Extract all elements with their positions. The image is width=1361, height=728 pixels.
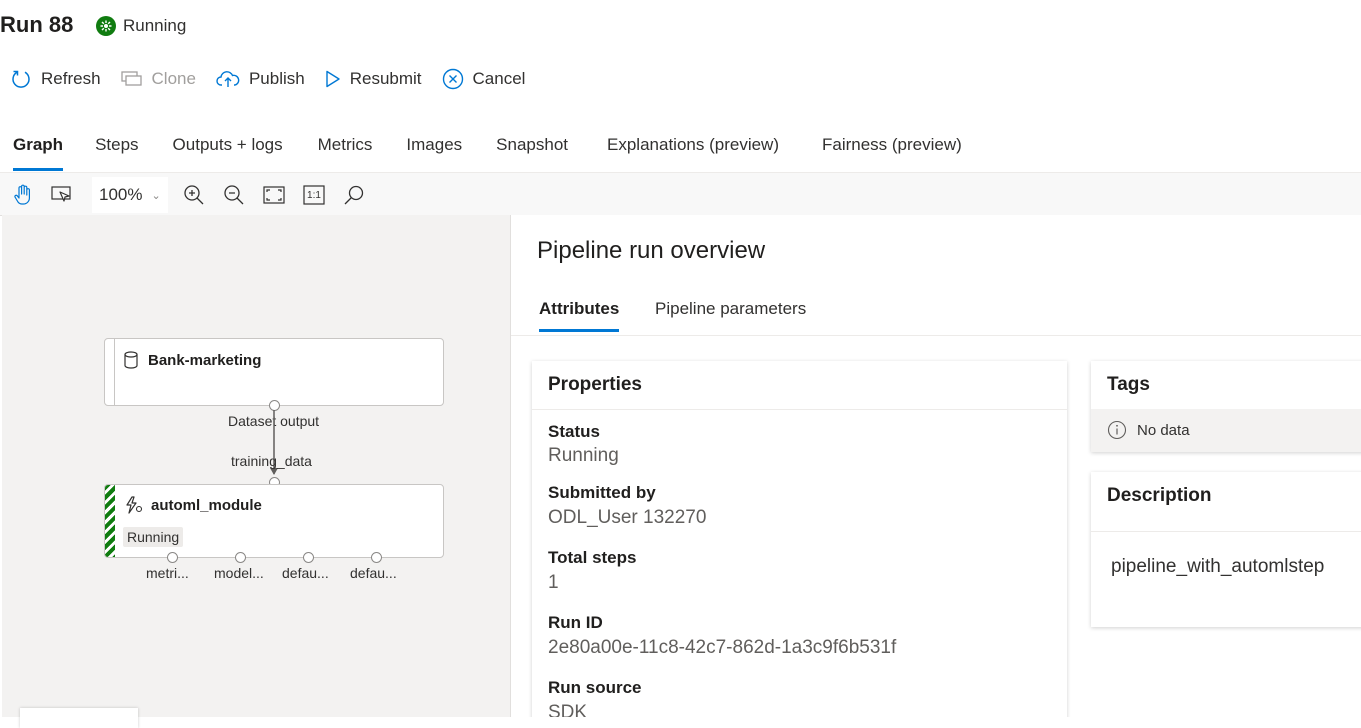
tab-graph[interactable]: Graph <box>13 130 64 171</box>
zoom-out-icon[interactable] <box>222 183 246 207</box>
actual-size-label: 1:1 <box>307 189 321 201</box>
output-port-label: defau... <box>282 565 329 581</box>
cancel-button[interactable]: Cancel <box>442 68 526 90</box>
chevron-down-icon: ⌄ <box>151 189 161 202</box>
graph-toolbar: 100% ⌄ 1:1 <box>0 173 1361 216</box>
module-status-badge: Running <box>123 527 184 547</box>
tags-empty-row: No data <box>1091 409 1361 452</box>
automl-module-node[interactable]: automl_module Running <box>104 484 444 558</box>
status-label: Status <box>548 422 600 441</box>
publish-label: Publish <box>248 69 305 88</box>
run-id-label: Run ID <box>548 613 603 632</box>
dataset-node-title: Bank-marketing <box>148 352 262 369</box>
refresh-icon <box>10 68 32 90</box>
card-divider <box>1091 531 1361 532</box>
zoom-level-select[interactable]: 100% ⌄ <box>92 177 168 213</box>
page-title: Run 88 <box>0 12 74 37</box>
properties-title: Properties <box>548 374 642 395</box>
submitted-by-value: ODL_User 132270 <box>548 507 707 528</box>
tab-explanations[interactable]: Explanations (preview) <box>607 130 779 160</box>
run-source-value: SDK <box>548 702 588 717</box>
info-icon <box>1107 420 1127 445</box>
run-status-label: Running <box>123 16 187 35</box>
clone-icon <box>120 71 143 87</box>
minimap-panel[interactable] <box>20 708 138 728</box>
graph-edge <box>270 410 278 475</box>
run-status: Running <box>96 15 186 37</box>
cloud-upload-icon <box>216 70 240 88</box>
run-source-label: Run source <box>548 678 642 697</box>
run-tabs: Graph Steps Outputs + logs Metrics Image… <box>0 130 1361 174</box>
refresh-button[interactable]: Refresh <box>10 68 101 90</box>
pipeline-run-overview-panel: Pipeline run overview Attributes Pipelin… <box>510 215 1361 717</box>
actual-size-icon[interactable]: 1:1 <box>302 183 326 207</box>
output-port-label: model... <box>214 565 264 581</box>
edge-label: training_data <box>231 453 312 469</box>
tab-fairness[interactable]: Fairness (preview) <box>822 130 962 160</box>
pipeline-graph-canvas[interactable]: Bank-marketing Dataset output training_d… <box>2 215 510 717</box>
card-divider <box>532 409 1067 410</box>
tab-snapshot[interactable]: Snapshot <box>496 130 568 160</box>
tab-metrics[interactable]: Metrics <box>318 130 373 160</box>
refresh-label: Refresh <box>41 69 101 88</box>
output-port[interactable] <box>371 552 382 563</box>
output-port[interactable] <box>303 552 314 563</box>
status-value: Running <box>548 445 619 466</box>
description-card: Description pipeline_with_automlstep <box>1091 472 1361 627</box>
running-status-icon <box>96 16 116 36</box>
clone-label: Clone <box>151 69 196 88</box>
description-text: pipeline_with_automlstep <box>1111 556 1325 577</box>
tags-empty-text: No data <box>1137 422 1190 439</box>
total-steps-value: 1 <box>548 572 559 593</box>
command-bar: Refresh Clone Publish Resubmit Cancel <box>10 65 545 93</box>
clone-button[interactable]: Clone <box>120 69 196 89</box>
panel-tabs-divider <box>511 335 1361 336</box>
dataset-icon <box>123 351 139 374</box>
run-id-value: 2e80a00e-11c8-42c7-862d-1a3c9f6b531f <box>548 637 897 658</box>
cancel-label: Cancel <box>472 69 526 88</box>
submitted-by-label: Submitted by <box>548 483 656 502</box>
output-port-label: defau... <box>350 565 397 581</box>
zoom-level-value: 100% <box>99 185 143 204</box>
fit-to-screen-icon[interactable] <box>262 183 286 207</box>
tab-images[interactable]: Images <box>406 130 462 160</box>
tab-pipeline-parameters[interactable]: Pipeline parameters <box>655 299 806 319</box>
running-stripe <box>105 485 115 557</box>
zoom-in-icon[interactable] <box>182 183 206 207</box>
select-pointer-icon[interactable] <box>50 183 74 207</box>
module-node-title: automl_module <box>151 497 262 514</box>
tags-card: Tags No data <box>1091 361 1361 452</box>
tab-steps[interactable]: Steps <box>95 130 138 160</box>
tags-title: Tags <box>1107 374 1150 395</box>
play-icon <box>325 70 341 88</box>
tab-outputs-logs[interactable]: Outputs + logs <box>173 130 283 160</box>
cancel-icon <box>442 68 464 90</box>
search-icon[interactable] <box>342 183 366 207</box>
resubmit-label: Resubmit <box>349 69 422 88</box>
description-title: Description <box>1107 485 1212 506</box>
hand-pan-icon[interactable] <box>11 183 35 207</box>
panel-title: Pipeline run overview <box>537 237 766 264</box>
resubmit-button[interactable]: Resubmit <box>325 69 422 89</box>
output-port-label: metri... <box>146 565 189 581</box>
tab-attributes[interactable]: Attributes <box>539 299 620 332</box>
total-steps-label: Total steps <box>548 548 637 567</box>
publish-button[interactable]: Publish <box>216 69 305 89</box>
output-port[interactable] <box>235 552 246 563</box>
properties-card: Properties Status Running Submitted by O… <box>532 361 1067 717</box>
automl-icon <box>125 496 143 519</box>
output-port[interactable] <box>167 552 178 563</box>
dataset-node[interactable]: Bank-marketing <box>104 338 444 406</box>
